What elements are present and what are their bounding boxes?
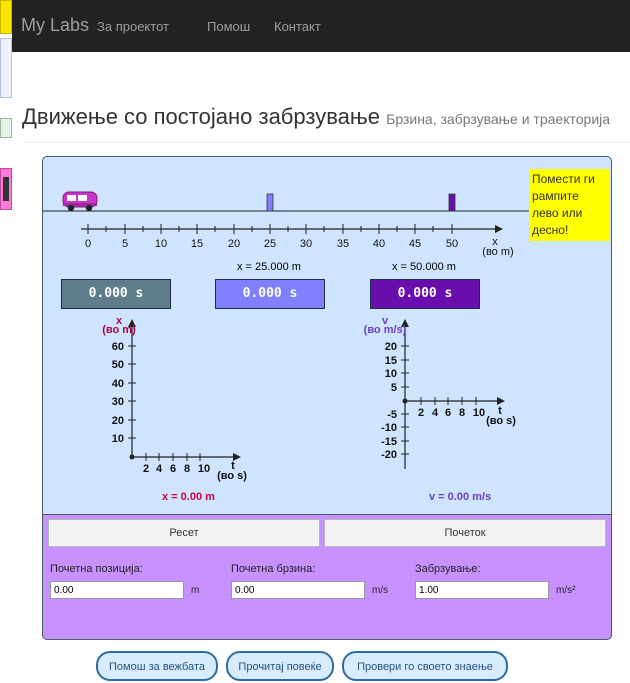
x-graph-x-tick: 10 [198,463,210,475]
nav-link-help[interactable]: Помош [207,19,250,34]
x-graph-y-tick: 50 [112,359,124,371]
position-readout: x = 0.00 m [162,491,215,503]
thumbnail-note[interactable] [0,0,12,34]
v-graph-x-tick: 4 [432,407,439,419]
x-graph-x-unit: (во s) [217,470,247,482]
track-tick-label: 45 [409,238,421,250]
x-graph-x-tick: 8 [184,463,190,475]
exercise-help-button[interactable]: Помош за вежбата [96,651,218,681]
thumbnail-panel[interactable] [0,38,12,98]
v-graph-y-tick: 15 [385,355,397,367]
x-graph-y-tick: 30 [112,396,124,408]
initial-position-input[interactable]: 0.00 [50,581,184,599]
initial-velocity-input[interactable]: 0.00 [231,581,365,599]
v-graph-y-tick: -10 [381,422,397,434]
thumbnail-image[interactable] [0,118,12,138]
test-knowledge-button[interactable]: Провери го своето знаење [342,651,508,681]
timer-start: 0.000 s [61,279,171,309]
initial-position-label: Почетна позиција: [50,563,143,575]
x-graph-x-tick: 2 [143,463,149,475]
van-icon[interactable] [62,191,98,212]
page-title: Движење со постојано забрзување Брзина, … [22,104,610,130]
x-graph-y-tick: 40 [112,378,124,390]
ramp-marker-1[interactable] [266,193,274,212]
start-button[interactable]: Почеток [324,519,606,547]
ramp-marker-2[interactable] [448,193,456,212]
x-graph-y-tick: 60 [112,341,124,353]
page-subtitle: Брзина, забрзување и траекторија [386,111,611,127]
controls-panel: Ресет Почеток Почетна позиција: 0.00 m П… [42,514,612,640]
top-navbar: My Labs За проектот Помош Контакт [12,0,630,52]
track-ticks [87,224,453,234]
nav-link-contact[interactable]: Контакт [274,19,321,34]
track-tick-label: 20 [228,238,240,250]
x-graph-x-tick: 6 [170,463,176,475]
v-graph-x-unit: (во s) [486,415,516,427]
x-graph-x-tick: 4 [156,463,163,475]
brand-logo[interactable]: My Labs [21,15,89,36]
initial-velocity-label: Почетна брзина: [231,563,316,575]
reset-button[interactable]: Ресет [48,519,320,547]
x-graph-y-unit: (во m) [102,324,136,336]
timer-ramp-1: 0.000 s [215,279,325,309]
v-graph-y-tick: -5 [387,409,397,421]
v-graph-x-tick: 10 [473,407,485,419]
title-divider [22,142,630,143]
v-graph-x-tick: 2 [418,407,424,419]
v-graph-y-tick: 20 [385,341,397,353]
position-graph [128,319,241,461]
track-tick-label: 25 [264,238,276,250]
page-title-main: Движење со постојано забрзување [22,104,381,129]
ramp-2-position: x = 50.000 m [392,261,456,273]
timer-ramp-2: 0.000 s [370,279,480,309]
v-graph-x-tick: 8 [459,407,465,419]
thumbnail-device[interactable] [0,168,12,210]
track-axis-arrow [495,225,503,233]
track-tick-label: 5 [122,238,128,250]
read-more-button[interactable]: Прочитај повеќе [226,651,334,681]
simulation-canvas: 0 5 10 15 20 25 30 35 40 45 50 x (во m) [43,191,529,482]
track-tick-label: 15 [191,238,203,250]
track-tick-label: 50 [446,238,458,250]
v-graph-x-tick: 6 [445,407,451,419]
track-tick-label: 0 [85,238,91,250]
initial-position-unit: m [191,585,200,596]
track-tick-label: 30 [300,238,312,250]
track-tick-label: 35 [337,238,349,250]
initial-velocity-unit: m/s [372,585,389,596]
acceleration-input[interactable]: 1.00 [415,581,549,599]
track-tick-label: 10 [155,238,167,250]
ramp-1-position: x = 25.000 m [237,261,301,273]
track-tick-label: 40 [373,238,385,250]
v-graph-y-tick: 5 [391,382,397,394]
nav-link-about[interactable]: За проектот [97,19,169,34]
velocity-graph [401,319,505,469]
v-graph-y-tick: 10 [385,368,397,380]
velocity-readout: v = 0.00 m/s [429,491,492,503]
v-graph-y-unit: (во m/s) [364,324,407,336]
acceleration-label: Забрзување: [415,563,481,575]
track-axis-unit: (во m) [482,246,513,258]
sidebar-strip [0,0,14,683]
v-graph-y-tick: -20 [381,449,397,461]
v-graph-y-tick: -15 [381,436,397,448]
x-graph-y-tick: 10 [112,433,124,445]
acceleration-unit: m/s² [556,585,576,596]
simulation-panel: Помести ги рампите лево или десно! 0 5 1… [42,156,612,515]
x-graph-y-tick: 20 [112,415,124,427]
